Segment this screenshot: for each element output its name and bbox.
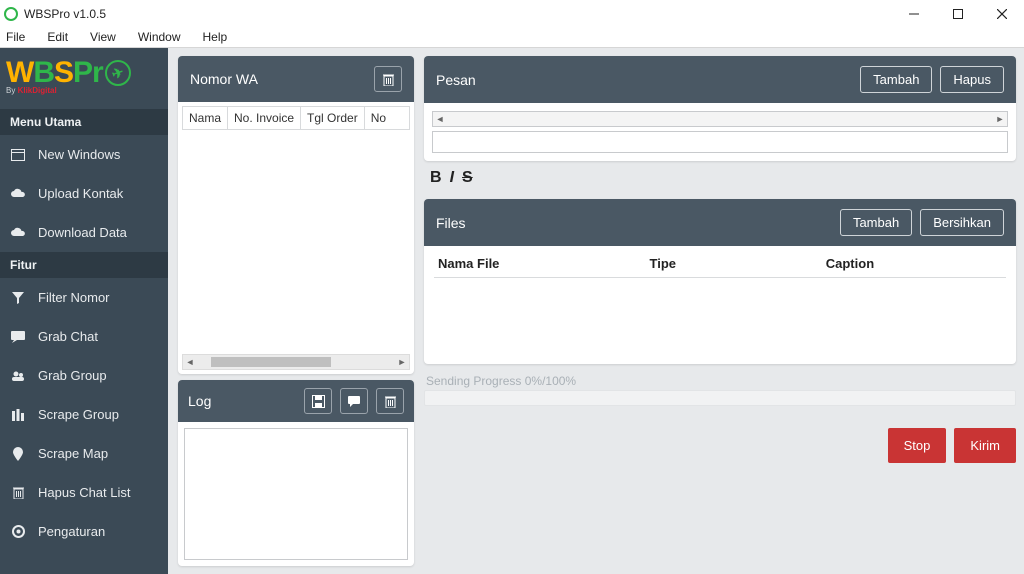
scroll-left-icon[interactable]: ◄ <box>433 114 447 124</box>
col-no-invoice[interactable]: No. Invoice <box>228 107 301 129</box>
nav-filter-nomor[interactable]: Filter Nomor <box>0 278 168 317</box>
log-textarea[interactable] <box>184 428 408 560</box>
nav-grab-group[interactable]: Grab Group <box>0 356 168 395</box>
log-panel: Log <box>178 380 414 566</box>
close-button[interactable] <box>980 0 1024 28</box>
nav-upload-kontak[interactable]: Upload Kontak <box>0 174 168 213</box>
pesan-input[interactable] <box>432 131 1008 153</box>
logo: WBSPr✈ By KlikDigital <box>0 48 168 109</box>
scroll-left-icon[interactable]: ◄ <box>183 357 197 367</box>
nav-grab-chat[interactable]: Grab Chat <box>0 317 168 356</box>
section-menu-utama: Menu Utama <box>0 109 168 135</box>
files-title: Files <box>436 215 466 231</box>
cloud-upload-icon <box>10 188 26 200</box>
pesan-title: Pesan <box>436 72 476 88</box>
log-clear-button[interactable] <box>376 388 404 414</box>
map-pin-icon <box>10 447 26 461</box>
logo-sub-prefix: By <box>6 86 18 95</box>
italic-button[interactable]: I <box>450 169 454 187</box>
nav-scrape-map[interactable]: Scrape Map <box>0 434 168 473</box>
col-tgl-order[interactable]: Tgl Order <box>301 107 365 129</box>
app-icon <box>4 7 18 21</box>
pesan-hapus-button[interactable]: Hapus <box>940 66 1004 93</box>
col-tipe: Tipe <box>650 256 826 271</box>
format-toolbar: B I S <box>424 169 1016 191</box>
nav-label: Hapus Chat List <box>38 485 131 500</box>
col-caption: Caption <box>826 256 1002 271</box>
files-body <box>424 278 1016 364</box>
window-icon <box>10 149 26 161</box>
log-save-button[interactable] <box>304 388 332 414</box>
col-nama-file: Nama File <box>438 256 650 271</box>
nav-new-windows[interactable]: New Windows <box>0 135 168 174</box>
menu-file[interactable]: File <box>2 28 29 47</box>
nomor-wa-scrollbar[interactable]: ◄ ► <box>182 354 410 370</box>
nav-label: Grab Chat <box>38 329 98 344</box>
titlebar: WBSPro v1.0.5 <box>0 0 1024 28</box>
section-fitur: Fitur <box>0 252 168 278</box>
nomor-wa-delete-button[interactable] <box>374 66 402 92</box>
col-no[interactable]: No <box>365 107 392 129</box>
maximize-button[interactable] <box>936 0 980 28</box>
files-panel: Files Tambah Bersihkan Nama File Tipe Ca… <box>424 199 1016 364</box>
nav-hapus-chat-list[interactable]: Hapus Chat List <box>0 473 168 512</box>
trash-icon <box>10 486 26 499</box>
nav-label: New Windows <box>38 147 120 162</box>
window-title: WBSPro v1.0.5 <box>24 7 106 21</box>
bold-button[interactable]: B <box>430 169 442 187</box>
nav-label: Filter Nomor <box>38 290 110 305</box>
nav-label: Upload Kontak <box>38 186 123 201</box>
menu-edit[interactable]: Edit <box>43 28 72 47</box>
progress-text: Sending Progress 0%/100% <box>424 372 1016 390</box>
nomor-wa-columns: Nama No. Invoice Tgl Order No <box>182 106 410 130</box>
nav-pengaturan[interactable]: Pengaturan <box>0 512 168 551</box>
pesan-panel: Pesan Tambah Hapus ◄ ► <box>424 56 1016 161</box>
nav-scrape-group[interactable]: Scrape Group <box>0 395 168 434</box>
chat-icon <box>10 331 26 343</box>
nav-label: Scrape Group <box>38 407 119 422</box>
menu-help[interactable]: Help <box>199 28 232 47</box>
col-nama[interactable]: Nama <box>183 107 228 129</box>
nav-label: Grab Group <box>38 368 107 383</box>
progress-area: Sending Progress 0%/100% <box>424 372 1016 406</box>
log-title: Log <box>188 393 211 409</box>
log-chat-button[interactable] <box>340 388 368 414</box>
stop-button[interactable]: Stop <box>888 428 947 463</box>
scroll-right-icon[interactable]: ► <box>395 357 409 367</box>
files-bersihkan-button[interactable]: Bersihkan <box>920 209 1004 236</box>
pesan-tabs-scrollbar[interactable]: ◄ ► <box>432 111 1008 127</box>
gear-icon <box>10 525 26 538</box>
nomor-wa-panel: Nomor WA Nama No. Invoice Tgl Order No ◄ <box>178 56 414 374</box>
logo-sub-brand: KlikDigital <box>18 86 57 95</box>
strike-button[interactable]: S <box>462 169 473 187</box>
scroll-right-icon[interactable]: ► <box>993 114 1007 124</box>
progress-bar <box>424 390 1016 406</box>
pesan-tambah-button[interactable]: Tambah <box>860 66 932 93</box>
menu-view[interactable]: View <box>86 28 120 47</box>
scrape-group-icon <box>10 409 26 421</box>
nav-label: Download Data <box>38 225 127 240</box>
scroll-thumb[interactable] <box>211 357 331 367</box>
cloud-download-icon <box>10 227 26 239</box>
nomor-wa-body <box>178 134 414 352</box>
nav-label: Scrape Map <box>38 446 108 461</box>
filter-icon <box>10 292 26 304</box>
sidebar: WBSPr✈ By KlikDigital Menu Utama New Win… <box>0 48 168 574</box>
files-tambah-button[interactable]: Tambah <box>840 209 912 236</box>
menu-window[interactable]: Window <box>134 28 185 47</box>
menubar: File Edit View Window Help <box>0 28 1024 48</box>
files-columns: Nama File Tipe Caption <box>424 246 1016 277</box>
kirim-button[interactable]: Kirim <box>954 428 1016 463</box>
nav-download-data[interactable]: Download Data <box>0 213 168 252</box>
group-icon <box>10 370 26 382</box>
nav-label: Pengaturan <box>38 524 105 539</box>
minimize-button[interactable] <box>892 0 936 28</box>
nomor-wa-title: Nomor WA <box>190 71 258 87</box>
